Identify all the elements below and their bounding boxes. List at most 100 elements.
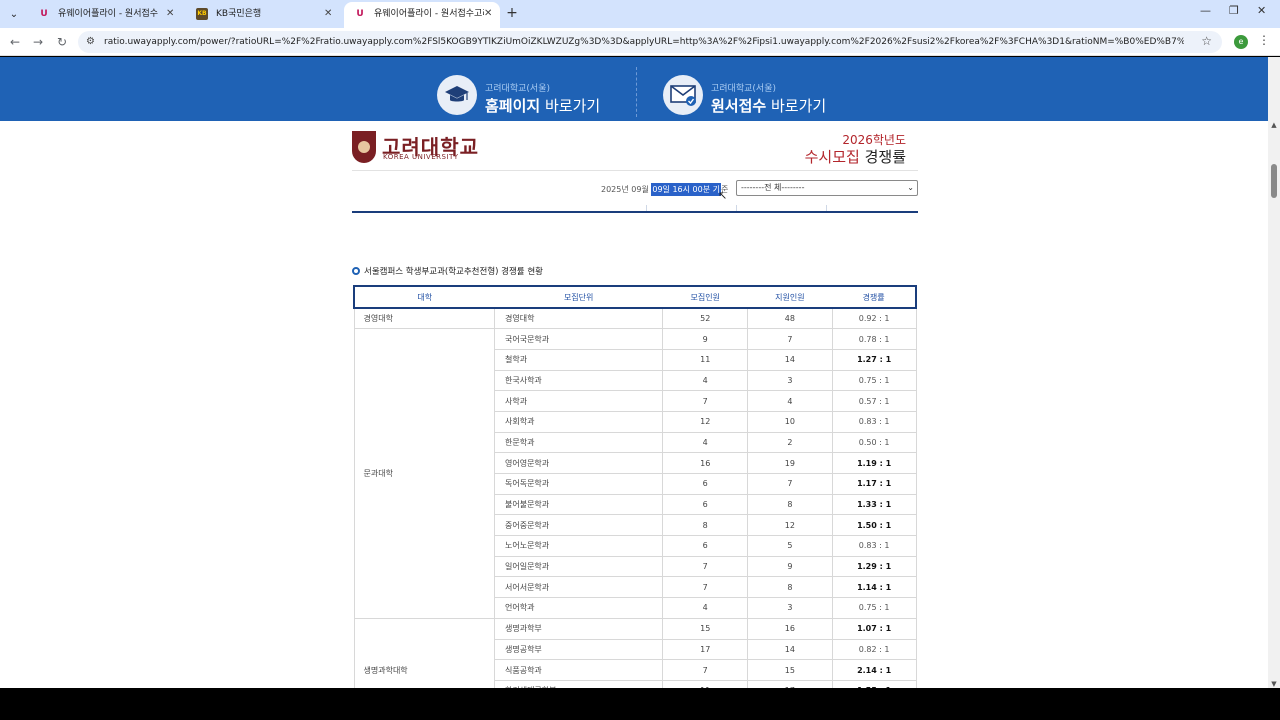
page-title: 수시모집 경쟁률 <box>805 146 906 167</box>
university-name-english: KOREA UNIVERSITY <box>383 153 459 161</box>
homepage-link[interactable]: 고려대학교(서울) 홈페이지 바로가기 <box>437 75 617 115</box>
quota-cell: 7 <box>662 390 748 412</box>
previous-table-edge <box>352 205 918 213</box>
section-title-text: 서울캠퍼스 학생부교과(학교추천전형) 경쟁률 현황 <box>364 267 543 277</box>
unit-cell: 일어일문학과 <box>493 556 663 578</box>
minimize-icon[interactable]: — <box>1200 4 1211 17</box>
unit-cell: 경영대학 <box>493 308 663 330</box>
unit-cell: 언어학과 <box>493 597 663 619</box>
close-window-icon[interactable]: ✕ <box>1257 4 1266 17</box>
address-bar[interactable]: ⚙ ratio.uwayapply.com/power/?ratioURL=%2… <box>78 31 1222 53</box>
applicants-cell: 7 <box>747 473 833 495</box>
col-header-quota: 모집인원 <box>662 285 748 309</box>
ratio-cell: 1.29 : 1 <box>831 556 917 578</box>
banner-rest-text: 바로가기 <box>766 97 827 115</box>
col-header-unit: 모집단위 <box>494 285 663 309</box>
back-arrow-icon[interactable]: ← <box>6 33 24 51</box>
unit-cell: 노어노문학과 <box>493 535 663 557</box>
restore-icon[interactable]: ❐ <box>1229 4 1239 17</box>
scroll-up-arrow-icon[interactable]: ▲ <box>1270 121 1278 129</box>
quota-cell: 15 <box>662 618 748 640</box>
admission-type-select[interactable]: --------전 체-------- ⌄ <box>736 180 918 196</box>
applicants-cell: 3 <box>747 370 833 392</box>
col-header-college: 대학 <box>352 285 495 309</box>
bookmark-star-icon[interactable]: ☆ <box>1201 34 1212 48</box>
college-cell: 생명과학대학 <box>353 618 495 688</box>
close-icon[interactable]: ✕ <box>484 2 492 26</box>
quota-cell: 4 <box>662 432 748 454</box>
section-title: 서울캠퍼스 학생부교과(학교추천전형) 경쟁률 현황 <box>352 265 543 277</box>
tab-bar: ⌄ U 유웨이어플라이 - 원서접수 ✕ KB KB국민은행 ✕ U 유웨이어플… <box>0 0 1280 28</box>
scroll-down-arrow-icon[interactable]: ▼ <box>1270 680 1278 688</box>
date-selected-text[interactable]: 09일 16시 00분 기 <box>651 183 721 196</box>
browser-tab-2[interactable]: KB KB국민은행 ✕ <box>186 2 340 26</box>
table-row: 문과대학 국어국문학과 9 7 0.78 : 1 <box>353 328 917 619</box>
quota-cell: 9 <box>662 328 748 350</box>
applicants-cell: 15 <box>747 659 833 681</box>
quota-cell: 16 <box>662 452 748 474</box>
ratio-cell: 0.75 : 1 <box>831 597 917 619</box>
applicants-cell: 2 <box>747 432 833 454</box>
new-tab-button[interactable]: + <box>504 4 520 24</box>
applicants-cell: 16 <box>747 618 833 640</box>
envelope-check-icon <box>663 75 703 115</box>
ratio-content: 고려대학교 KOREA UNIVERSITY 2026학년도 수시모집 경쟁률 … <box>352 121 918 213</box>
uway-favicon-icon: U <box>40 9 48 19</box>
ratio-cell: 1.55 : 1 <box>831 680 917 688</box>
banner-divider <box>636 67 637 117</box>
apply-link[interactable]: 고려대학교(서울) 원서접수 바로가기 <box>663 75 843 115</box>
unit-cell: 국어국문학과 <box>493 328 663 350</box>
select-value: --------전 체-------- <box>741 183 805 192</box>
quota-cell: 4 <box>662 370 748 392</box>
unit-cell: 생명과학부 <box>493 618 663 640</box>
tab-search-chevron-icon[interactable]: ⌄ <box>4 4 24 24</box>
unit-cell: 생명공학부 <box>493 639 663 661</box>
table-row: 생명과학대학 생명과학부 15 16 1.07 : 1 <box>353 618 917 688</box>
reload-icon[interactable]: ↻ <box>53 33 71 51</box>
quota-cell: 6 <box>662 535 748 557</box>
ratio-cell: 1.33 : 1 <box>831 494 917 516</box>
site-info-icon[interactable]: ⚙ <box>86 36 95 47</box>
browser-menu-icon[interactable]: ⋮ <box>1258 33 1270 47</box>
ratio-cell: 0.57 : 1 <box>831 390 917 412</box>
url-text[interactable]: ratio.uwayapply.com/power/?ratioURL=%2F%… <box>104 31 1184 53</box>
banner-rest-text: 바로가기 <box>540 97 601 115</box>
top-banner: 고려대학교(서울) 홈페이지 바로가기 고려대학교(서울) 원서접수 바로가기 <box>0 57 1268 121</box>
college-cell: 경영대학 <box>353 308 495 330</box>
quota-cell: 11 <box>662 680 748 688</box>
os-taskbar <box>0 688 1280 720</box>
applicants-cell: 10 <box>747 411 833 433</box>
applicants-cell: 48 <box>747 308 833 330</box>
tab-title: 유웨이어플라이 - 원서접수 <box>58 9 159 19</box>
quota-cell: 12 <box>662 411 748 433</box>
date-prefix: 2025년 09월 <box>601 185 652 194</box>
ratio-cell: 1.14 : 1 <box>831 576 917 599</box>
filter-row: 2025년 09월 09일 16시 00분 기준 ↖ --------전 체--… <box>352 171 918 213</box>
profile-avatar[interactable]: e <box>1234 35 1248 49</box>
applicants-cell: 14 <box>747 349 833 371</box>
quota-cell: 8 <box>662 514 748 537</box>
ratio-cell: 0.83 : 1 <box>831 535 917 557</box>
applicants-cell: 7 <box>747 328 833 350</box>
scroll-thumb[interactable] <box>1271 164 1277 198</box>
forward-arrow-icon[interactable]: → <box>29 33 47 51</box>
close-icon[interactable]: ✕ <box>324 2 332 26</box>
close-icon[interactable]: ✕ <box>166 2 174 26</box>
unit-cell: 사학과 <box>493 390 663 412</box>
ratio-cell: 1.07 : 1 <box>831 618 917 640</box>
tab-title: 유웨이어플라이 - 원서접수고려 <box>374 9 484 19</box>
ratio-cell: 1.27 : 1 <box>831 349 917 371</box>
title-main: 경쟁률 <box>864 148 906 166</box>
browser-tab-1[interactable]: U 유웨이어플라이 - 원서접수 ✕ <box>28 2 182 26</box>
unit-cell: 철학과 <box>493 349 663 371</box>
quota-cell: 11 <box>662 349 748 371</box>
mouse-cursor-icon: ↖ <box>718 189 728 202</box>
banner-bold-text: 원서접수 <box>711 97 767 115</box>
page-scrollbar[interactable]: ▲ ▼ <box>1268 57 1280 688</box>
korea-university-emblem-icon <box>352 131 376 163</box>
ratio-cell: 1.19 : 1 <box>831 452 917 474</box>
applicants-cell: 19 <box>747 452 833 474</box>
quota-cell: 6 <box>662 494 748 516</box>
applicants-cell: 3 <box>747 597 833 619</box>
browser-tab-3-active[interactable]: U 유웨이어플라이 - 원서접수고려 ✕ <box>344 2 500 28</box>
